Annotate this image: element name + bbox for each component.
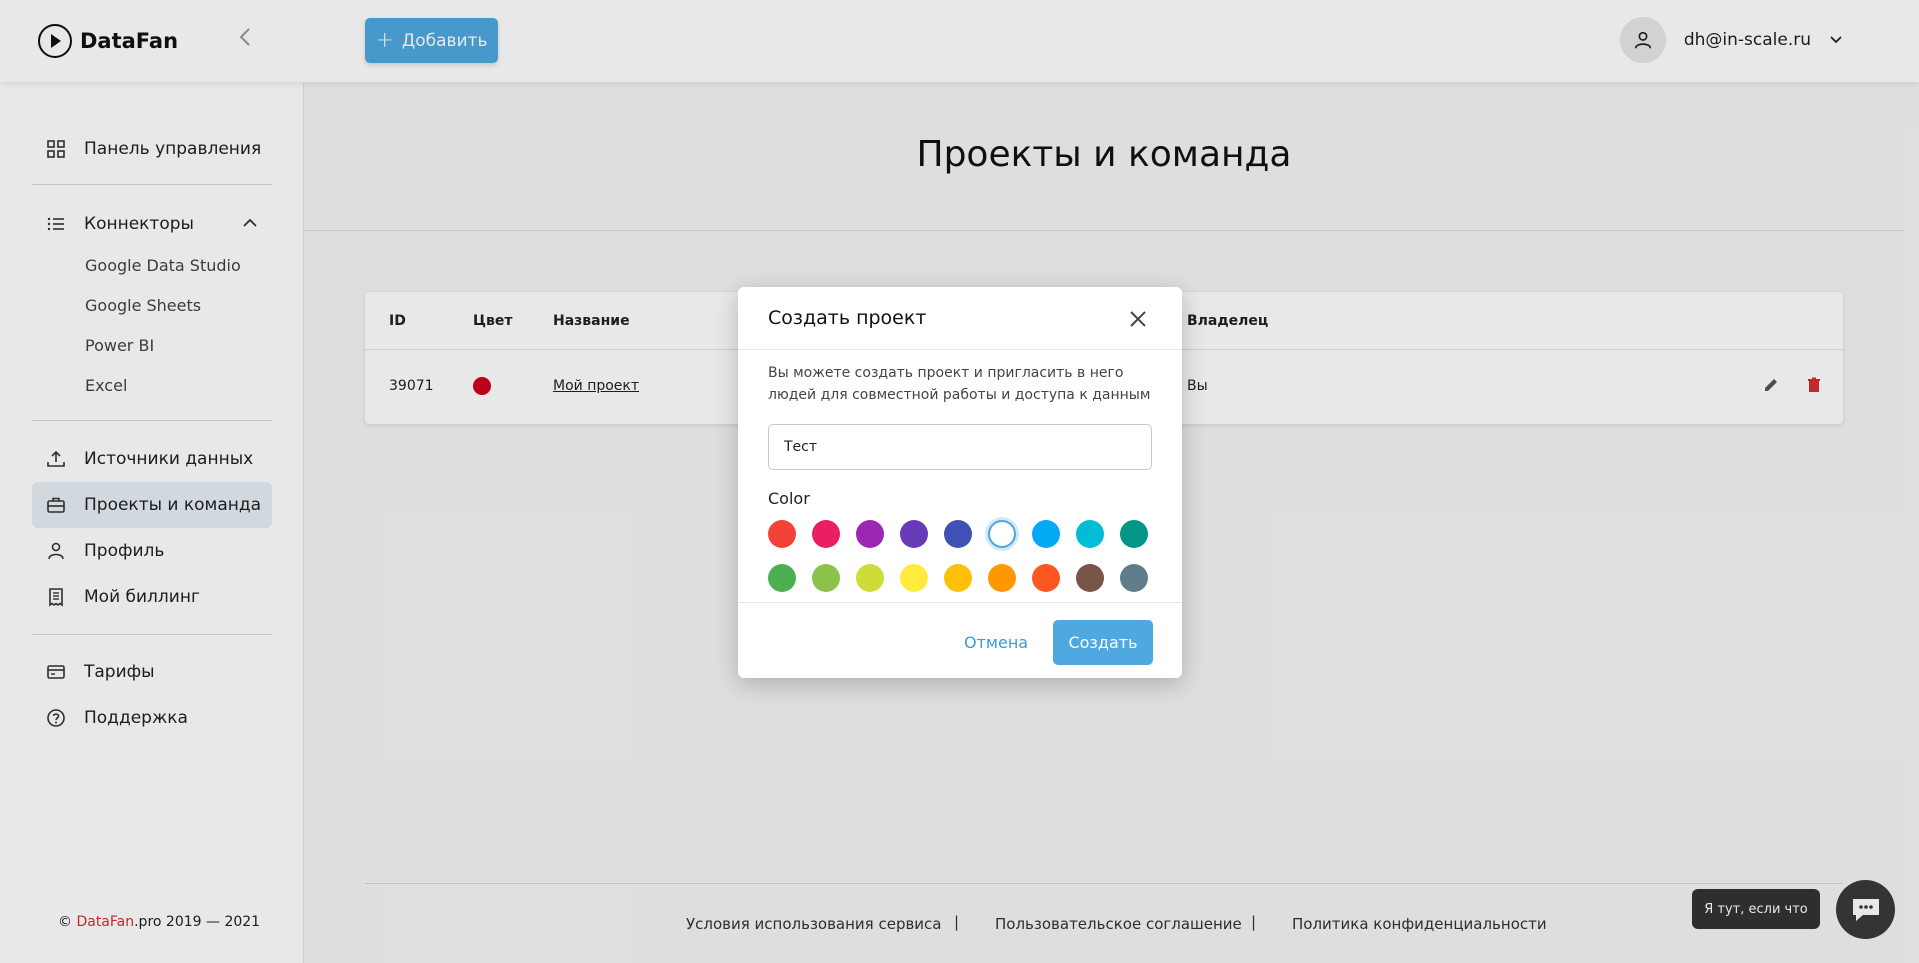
color-swatch[interactable] — [1076, 564, 1104, 592]
color-swatch[interactable] — [1120, 564, 1148, 592]
color-swatch[interactable] — [1120, 520, 1148, 548]
color-swatch[interactable] — [812, 564, 840, 592]
dialog-description: Вы можете создать проект и пригласить в … — [768, 365, 1151, 403]
dialog-title: Создать проект — [768, 307, 927, 329]
color-swatch[interactable] — [944, 520, 972, 548]
color-swatch[interactable] — [1032, 520, 1060, 548]
dialog-divider — [738, 602, 1182, 603]
color-swatch[interactable] — [1076, 520, 1104, 548]
color-swatch[interactable] — [900, 564, 928, 592]
color-swatch[interactable] — [1032, 564, 1060, 592]
color-swatch[interactable] — [900, 520, 928, 548]
color-swatch[interactable] — [988, 520, 1016, 548]
create-project-dialog: Создать проект Вы можете создать проект … — [738, 287, 1182, 678]
color-swatch[interactable] — [768, 564, 796, 592]
color-swatch[interactable] — [944, 564, 972, 592]
color-label: Color — [768, 489, 810, 508]
cancel-button[interactable]: Отмена — [964, 633, 1028, 652]
project-name-input[interactable] — [768, 424, 1152, 470]
color-swatch[interactable] — [856, 520, 884, 548]
create-button[interactable]: Создать — [1053, 620, 1153, 665]
close-icon[interactable] — [1128, 309, 1148, 329]
color-swatch[interactable] — [988, 564, 1016, 592]
color-swatch[interactable] — [812, 520, 840, 548]
color-swatch[interactable] — [768, 520, 796, 548]
color-swatch[interactable] — [856, 564, 884, 592]
dialog-divider — [738, 349, 1182, 350]
